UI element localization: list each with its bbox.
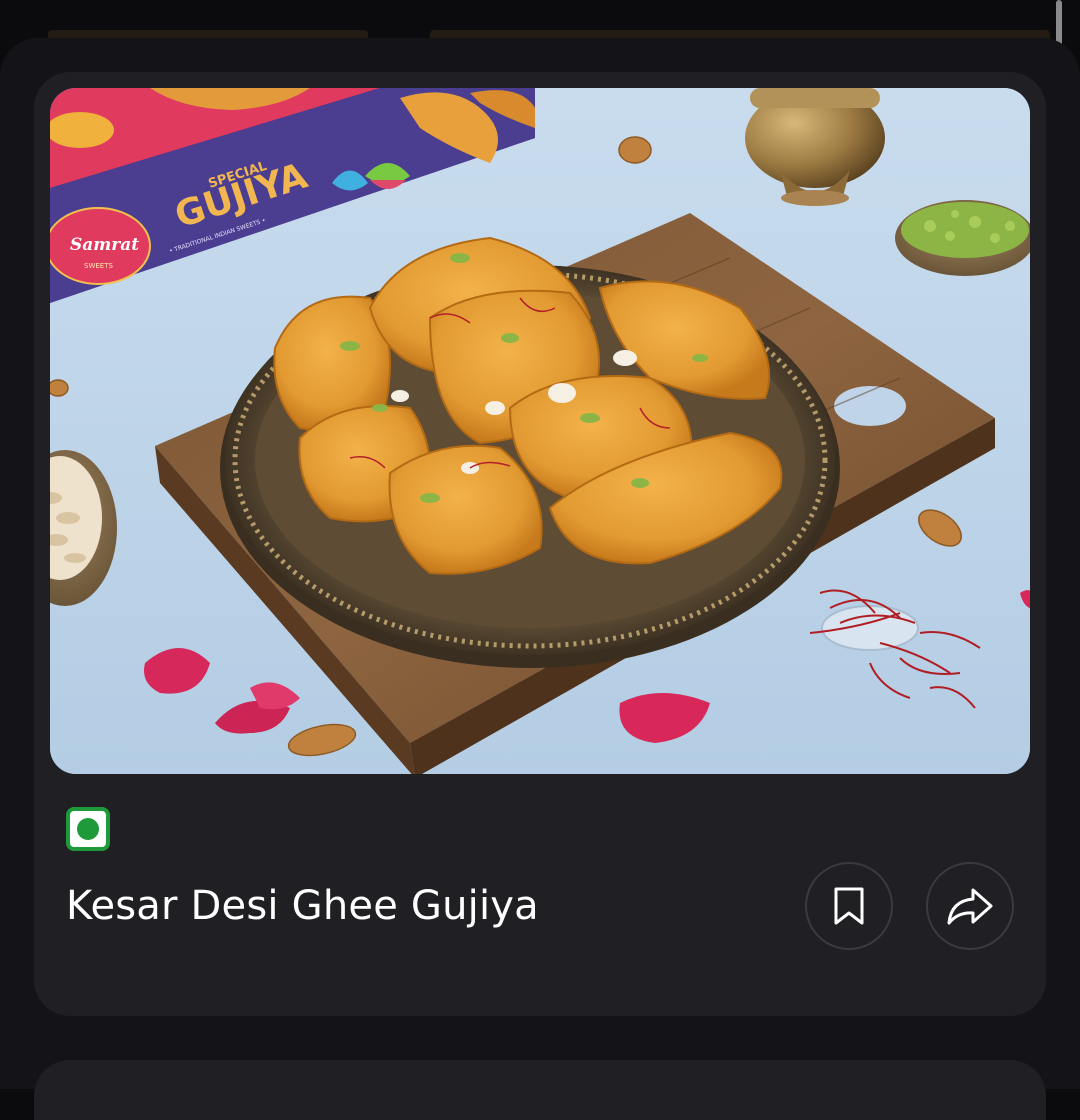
box-brand-name: Samrat [70, 235, 139, 255]
bookmark-button[interactable] [805, 862, 893, 950]
product-title: Kesar Desi Ghee Gujiya [66, 883, 539, 929]
product-image[interactable]: Samrat SWEETS SPECIAL GUJIYA • TRADITION… [50, 88, 1030, 774]
top-strip [0, 0, 1080, 40]
next-card [34, 1060, 1046, 1120]
share-icon [947, 888, 993, 925]
bookmark-icon [834, 887, 864, 925]
veg-icon [66, 807, 110, 851]
share-button[interactable] [926, 862, 1014, 950]
pistachio-bowl [895, 200, 1030, 276]
box-brand-sub: SWEETS [84, 262, 113, 270]
veg-dot [77, 818, 99, 840]
box-brand-logo: Samrat SWEETS [50, 207, 151, 285]
